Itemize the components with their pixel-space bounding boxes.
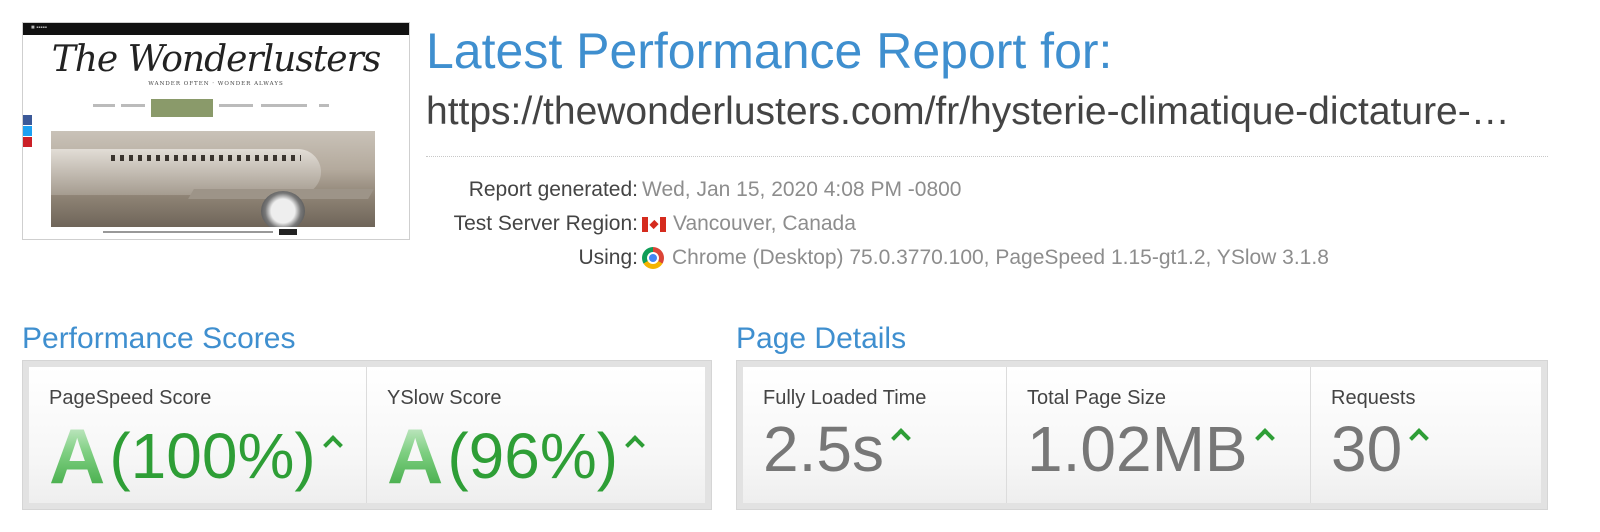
page-details-panel: Fully Loaded Time 2.5s Total Page Size 1… (736, 360, 1548, 510)
page-details-heading: Page Details (736, 322, 907, 355)
meta-value: Chrome (Desktop) 75.0.3770.100, PageSpee… (642, 246, 1329, 270)
thumb-topbar: ■ ▪▪▪▪▪ (23, 23, 409, 35)
pagespeed-grade: A (49, 412, 106, 500)
meta-value-text: Wed, Jan 15, 2020 4:08 PM -0800 (642, 178, 962, 201)
pagespeed-score-value: A (100%) (49, 417, 340, 495)
meta-label: Test Server Region: (453, 212, 638, 235)
meta-value: Wed, Jan 15, 2020 4:08 PM -0800 (642, 178, 962, 202)
yslow-percent: (96%) (447, 420, 619, 492)
thumb-logo: The Wonderlusters (51, 39, 382, 80)
meta-label: Report generated: (468, 178, 638, 201)
total-page-size-label: Total Page Size (1027, 387, 1166, 409)
fully-loaded-time-label: Fully Loaded Time (763, 387, 927, 409)
performance-scores-panel: PageSpeed Score A (100%) YSlow Score A (… (22, 360, 712, 510)
fully-loaded-time-value-wrap: 2.5s (763, 417, 908, 481)
trend-up-icon (1410, 427, 1426, 443)
thumb-cookie-bar (23, 229, 409, 235)
pagespeed-score-card[interactable]: PageSpeed Score A (100%) (29, 367, 367, 503)
trend-up-icon (1256, 427, 1272, 443)
meta-value: Vancouver, Canada (642, 212, 856, 236)
meta-value-text: Chrome (Desktop) 75.0.3770.100, PageSpee… (672, 246, 1329, 269)
meta-label: Using: (578, 246, 638, 269)
total-page-size-value-wrap: 1.02MB (1027, 417, 1272, 481)
header-divider (426, 156, 1548, 157)
meta-value-text: Vancouver, Canada (673, 212, 856, 235)
report-url[interactable]: https://thewonderlusters.com/fr/hysterie… (426, 90, 1546, 134)
trend-up-icon (324, 434, 340, 450)
total-page-size-value: 1.02MB (1027, 413, 1248, 485)
thumb-tagline: WANDER OFTEN · WONDER ALWAYS (148, 81, 284, 87)
yslow-score-value: A (96%) (387, 417, 642, 495)
total-page-size-card[interactable]: Total Page Size 1.02MB (1007, 367, 1311, 503)
canada-flag-icon (642, 216, 666, 232)
yslow-grade: A (387, 412, 444, 500)
requests-card[interactable]: Requests 30 (1311, 367, 1541, 503)
requests-value-wrap: 30 (1331, 417, 1426, 481)
page-screenshot-thumbnail: ■ ▪▪▪▪▪ The Wonderlusters WANDER OFTEN ·… (22, 22, 410, 240)
yslow-score-card[interactable]: YSlow Score A (96%) (367, 367, 705, 503)
thumb-social-icons (23, 115, 32, 148)
trend-up-icon (626, 434, 642, 450)
performance-scores-heading: Performance Scores (22, 322, 296, 355)
pagespeed-score-label: PageSpeed Score (49, 387, 212, 409)
requests-value: 30 (1331, 413, 1403, 485)
fully-loaded-time-value: 2.5s (763, 413, 884, 485)
pagespeed-percent: (100%) (109, 420, 316, 492)
yslow-score-label: YSlow Score (387, 387, 502, 409)
requests-label: Requests (1331, 387, 1416, 409)
report-title: Latest Performance Report for: (426, 23, 1113, 79)
fully-loaded-time-card[interactable]: Fully Loaded Time 2.5s (743, 367, 1007, 503)
thumb-hero-image (51, 131, 375, 227)
thumb-nav (93, 99, 343, 117)
trend-up-icon (892, 427, 908, 443)
chrome-icon (642, 247, 664, 269)
